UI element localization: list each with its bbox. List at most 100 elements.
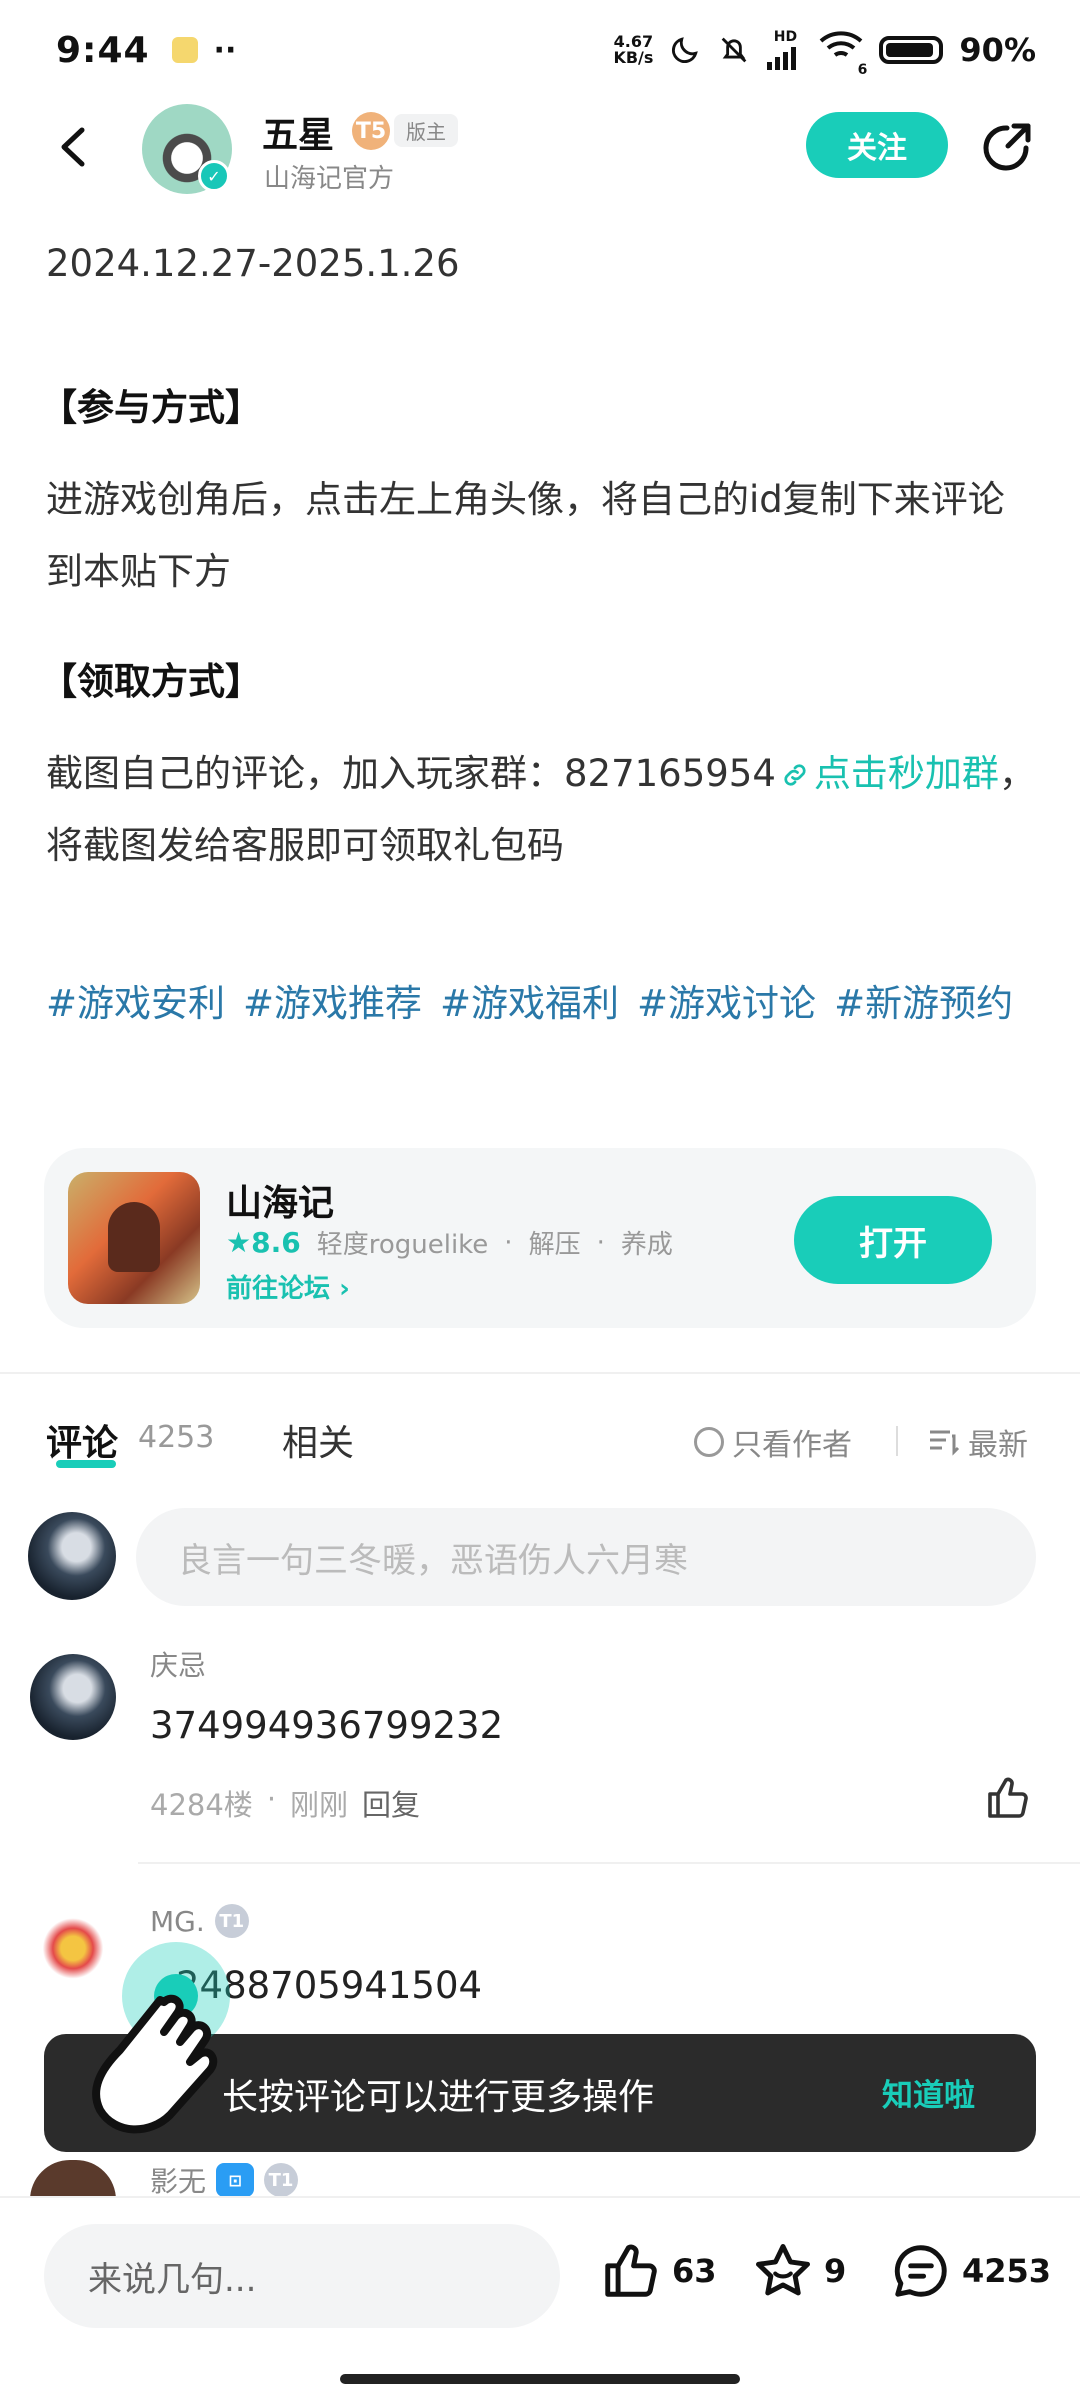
comment-meta: 4284楼 · 刚刚 回复 (150, 1782, 420, 1824)
verified-icon: ✓ (198, 160, 230, 192)
comment-input-row: 良言一句三冬暖，恶语伤人六月寒 (0, 1508, 1080, 1608)
like-count: 63 (672, 2252, 717, 2290)
wifi: 6 (819, 29, 867, 78)
bottom-action-bar: 来说几句... 63 9 4253 (0, 2196, 1080, 2400)
dot-separator: · (596, 1227, 605, 1258)
hd-label: HD (773, 29, 798, 45)
commenter-name[interactable]: MG. T1 (150, 1904, 249, 1938)
section2-paragraph: 截图自己的评论，加入玩家群：827165954 点击秒加群，将截图发给客服即可领取… (46, 738, 1036, 882)
open-game-button[interactable]: 打开 (794, 1196, 992, 1284)
radio-circle-icon (694, 1427, 724, 1457)
bell-muted-icon (722, 37, 747, 63)
section-divider (0, 1372, 1080, 1374)
sort-separator (896, 1426, 898, 1456)
share-icon[interactable] (978, 118, 1036, 176)
tab-related[interactable]: 相关 (282, 1414, 354, 1466)
back-arrow-icon[interactable] (50, 122, 100, 172)
commenter-name-text: 庆忌 (150, 1649, 207, 1682)
tag-item[interactable]: #游戏推荐 (243, 982, 422, 1025)
level-badge: T5 (352, 112, 390, 150)
thumb-up-icon[interactable] (984, 1774, 1032, 1822)
reply-button[interactable]: 回复 (362, 1782, 420, 1824)
status-bar: 9:44 ·· 4.67 KB/s HD 6 90% (0, 0, 1080, 100)
cell-signal: HD (767, 30, 803, 70)
hand-pointer-icon (92, 1942, 230, 2134)
chat-bubble-icon (894, 2245, 947, 2297)
section1-text: 进游戏创角后，点击左上角头像，将自己的id复制下来评论到本贴下方 (46, 478, 1005, 593)
game-name[interactable]: 山海记 (226, 1174, 334, 1226)
tag-item[interactable]: #游戏讨论 (637, 982, 816, 1025)
post-header: ✓ 五星 T5 版主 山海记官方 关注 (0, 100, 1080, 196)
wifi-sub: 6 (857, 61, 868, 78)
comment-item[interactable]: 庆忌 374994936799232 4284楼 · 刚刚 回复 (0, 1644, 1080, 1864)
author-name[interactable]: 五星 (262, 106, 334, 158)
level-badge: T1 (264, 2163, 299, 2197)
chevron-right-icon: › (339, 1274, 350, 1304)
only-author-toggle[interactable]: 只看作者 (694, 1420, 852, 1464)
my-avatar (28, 1512, 116, 1600)
commenter-name[interactable]: 庆忌 (150, 1644, 206, 1684)
comment-tabs: 评论 4253 相关 只看作者 最新 (0, 1406, 1080, 1476)
tag-item[interactable]: #游戏安利 (46, 982, 225, 1025)
network-speed: 4.67 KB/s (613, 34, 653, 66)
comment-count: 4253 (138, 1420, 215, 1455)
favorite-button[interactable]: 9 (752, 2240, 846, 2302)
bottom-comment-input[interactable]: 来说几句... (44, 2224, 560, 2328)
tab-comments[interactable]: 评论 (46, 1414, 118, 1466)
toast-dismiss-button[interactable]: 知道啦 (882, 2070, 975, 2115)
toast-text: 长按评论可以进行更多操作 (222, 2077, 655, 2118)
sort-icon (930, 1430, 960, 1456)
commenter-avatar[interactable] (30, 2160, 116, 2200)
comment-total: 4253 (962, 2252, 1052, 2290)
signal-icon (767, 47, 797, 70)
network-speed-unit: KB/s (613, 48, 654, 67)
status-time: 9:44 (56, 29, 150, 71)
forum-link[interactable]: 前往论坛 › (226, 1268, 350, 1305)
game-score: ★8.6 (226, 1226, 301, 1259)
level-badge: T1 (214, 1904, 249, 1938)
comment-floor: 4284楼 (150, 1788, 253, 1822)
tag-item[interactable]: #新游预约 (834, 982, 1013, 1025)
only-author-label: 只看作者 (732, 1428, 852, 1463)
comment-input[interactable]: 良言一句三冬暖，恶语伤人六月寒 (136, 1508, 1036, 1606)
join-group-link[interactable]: 点击秒加群 (814, 752, 999, 795)
comment-button[interactable]: 4253 (890, 2240, 1051, 2302)
section2-title: 【领取方式】 (40, 660, 262, 703)
commenter-name-text: 影无 (150, 2165, 207, 2198)
comment-divider (138, 1862, 1080, 1864)
notification-icon (171, 37, 198, 63)
home-indicator[interactable] (340, 2374, 740, 2384)
star-outline-icon (756, 2244, 810, 2296)
link-icon[interactable] (776, 760, 814, 790)
dot-separator: · (266, 1782, 277, 1816)
commenter-avatar[interactable] (30, 1654, 116, 1740)
role-badge: 版主 (394, 114, 458, 147)
tag-item[interactable]: #游戏福利 (440, 982, 619, 1025)
thumb-up-icon (605, 2244, 657, 2297)
game-card[interactable]: 山海记 ★8.6 轻度roguelike · 解压 · 养成 前往论坛 › 打开 (44, 1148, 1036, 1328)
forum-link-label: 前往论坛 (226, 1274, 331, 1304)
comment-item[interactable]: 影无 ⊡ T1 (0, 2160, 1080, 2200)
section1-title: 【参与方式】 (40, 386, 262, 429)
comment-text: 374994936799232 (150, 1704, 504, 1747)
author-subtitle: 山海记官方 (264, 164, 395, 194)
wifi-icon (820, 30, 863, 57)
section2-text: 截图自己的评论，加入玩家群：827165954 (46, 752, 776, 795)
game-tag: 轻度roguelike (316, 1230, 489, 1260)
tag-list: #游戏安利 #游戏推荐 #游戏福利 #游戏讨论 #新游预约 (46, 968, 1036, 1040)
comment-time: 刚刚 (290, 1788, 349, 1822)
commenter-name[interactable]: 影无 ⊡ T1 (150, 2160, 299, 2200)
game-meta: ★8.6 轻度roguelike · 解压 · 养成 (226, 1224, 673, 1261)
game-tag: 养成 (620, 1230, 673, 1260)
date-range: 2024.12.27-2025.1.26 (46, 242, 460, 285)
sort-label: 最新 (968, 1428, 1028, 1463)
sort-button[interactable]: 最新 (928, 1420, 1028, 1464)
battery-level: 90% (959, 31, 1036, 69)
commenter-name-text: MG. (150, 1904, 205, 1938)
game-icon[interactable] (68, 1172, 200, 1304)
tab-active-indicator (56, 1460, 116, 1468)
follow-button[interactable]: 关注 (806, 112, 948, 178)
gamepad-icon: ⊡ (216, 2163, 255, 2197)
like-button[interactable]: 63 (600, 2240, 717, 2302)
status-dots: ·· (213, 32, 237, 68)
